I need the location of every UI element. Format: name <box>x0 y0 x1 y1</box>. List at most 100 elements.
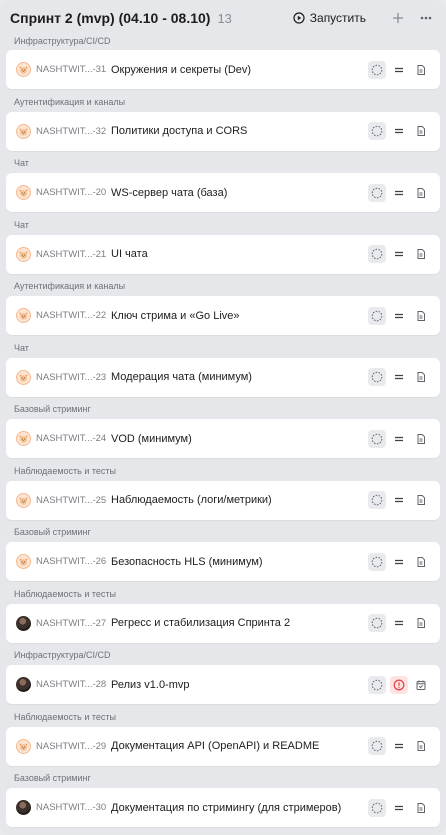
group-label: Инфраструктура/CI/CD <box>14 650 111 660</box>
calendar-check-icon[interactable] <box>412 676 430 694</box>
task-key[interactable]: NASHTWIT...-31 <box>36 64 111 75</box>
document-icon[interactable] <box>412 430 430 448</box>
status-icon[interactable] <box>368 306 386 325</box>
task-name[interactable]: Документация API (OpenAPI) и README <box>111 740 368 752</box>
cat-avatar[interactable] <box>16 492 31 508</box>
task-key[interactable]: NASHTWIT...-28 <box>36 679 111 690</box>
cat-avatar[interactable] <box>16 123 31 139</box>
task-card[interactable]: NASHTWIT...-20 WS-сервер чата (база) <box>6 173 440 212</box>
task-name[interactable]: UI чата <box>111 248 368 260</box>
task-name[interactable]: Наблюдаемость (логи/метрики) <box>111 494 368 506</box>
more-horizontal-icon[interactable] <box>416 8 436 28</box>
plus-icon[interactable] <box>388 8 408 28</box>
task-card[interactable]: NASHTWIT...-24 VOD (минимум) <box>6 419 440 458</box>
task-card[interactable]: NASHTWIT...-21 UI чата <box>6 234 440 274</box>
priority-icon[interactable] <box>390 614 408 632</box>
task-card[interactable]: NASHTWIT...-22 Ключ стрима и «Go Live» <box>6 296 440 335</box>
task-name[interactable]: WS-сервер чата (база) <box>111 187 368 199</box>
task-card[interactable]: NASHTWIT...-29 Документация API (OpenAPI)… <box>6 726 440 766</box>
task-card[interactable]: NASHTWIT...-30 Документация по стримингу … <box>6 788 440 827</box>
alert-priority-icon[interactable] <box>390 675 408 694</box>
cat-avatar[interactable] <box>16 369 31 385</box>
status-icon[interactable] <box>368 798 386 817</box>
status-icon[interactable] <box>368 183 386 202</box>
priority-icon[interactable] <box>390 799 408 817</box>
cat-avatar[interactable] <box>16 185 31 200</box>
cat-avatar[interactable] <box>16 62 31 77</box>
task-key[interactable]: NASHTWIT...-27 <box>36 618 111 629</box>
task-key[interactable]: NASHTWIT...-20 <box>36 187 111 198</box>
task-key[interactable]: NASHTWIT...-21 <box>36 249 111 260</box>
sprint-title[interactable]: Спринт 2 (mvp) (04.10 - 08.10) <box>10 10 210 26</box>
task-key[interactable]: NASHTWIT...-22 <box>36 310 111 321</box>
document-icon[interactable] <box>412 184 430 202</box>
status-icon[interactable] <box>368 368 386 386</box>
task-name[interactable]: Политики доступа и CORS <box>111 125 368 137</box>
cat-avatar[interactable] <box>16 308 31 323</box>
task-name[interactable]: Безопасность HLS (минимум) <box>111 556 368 568</box>
group-label: Наблюдаемость и тесты <box>14 465 116 476</box>
document-icon[interactable] <box>412 61 430 79</box>
status-icon[interactable] <box>368 60 386 79</box>
task-icons <box>368 675 430 694</box>
document-icon[interactable] <box>412 122 430 140</box>
status-icon[interactable] <box>368 429 386 448</box>
priority-icon[interactable] <box>390 122 408 140</box>
cat-avatar[interactable] <box>16 738 31 754</box>
status-icon[interactable] <box>368 122 386 140</box>
task-name[interactable]: Модерация чата (минимум) <box>111 371 368 383</box>
status-icon[interactable] <box>368 675 386 694</box>
task-key[interactable]: NASHTWIT...-23 <box>36 372 111 383</box>
task-card[interactable]: NASHTWIT...-31 Окружения и секреты (Dev) <box>6 50 440 89</box>
cat-avatar[interactable] <box>16 431 31 446</box>
photo-avatar[interactable] <box>16 615 31 631</box>
priority-icon[interactable] <box>390 307 408 325</box>
task-name[interactable]: Документация по стримингу (для стримеров… <box>111 802 368 814</box>
task-key[interactable]: NASHTWIT...-26 <box>36 556 111 567</box>
document-icon[interactable] <box>412 245 430 263</box>
cat-avatar[interactable] <box>16 554 31 569</box>
status-icon[interactable] <box>368 614 386 632</box>
task-name[interactable]: VOD (минимум) <box>111 433 368 445</box>
document-icon[interactable] <box>412 553 430 571</box>
photo-avatar[interactable] <box>16 677 31 692</box>
task-icons <box>368 306 430 325</box>
status-icon[interactable] <box>368 245 386 263</box>
task-name[interactable]: Релиз v1.0-mvp <box>111 679 368 691</box>
task-card[interactable]: NASHTWIT...-32 Политики доступа и CORS <box>6 111 440 151</box>
document-icon[interactable] <box>412 491 430 509</box>
priority-icon[interactable] <box>390 491 408 509</box>
task-card[interactable]: NASHTWIT...-27 Регресс и стабилизация Спр… <box>6 603 440 643</box>
task-card[interactable]: NASHTWIT...-26 Безопасность HLS (минимум) <box>6 542 440 581</box>
priority-icon[interactable] <box>390 737 408 755</box>
task-key[interactable]: NASHTWIT...-25 <box>36 495 111 506</box>
document-icon[interactable] <box>412 799 430 817</box>
priority-icon[interactable] <box>390 430 408 448</box>
run-button[interactable]: Запустить <box>293 11 366 25</box>
task-name[interactable]: Ключ стрима и «Go Live» <box>111 310 368 322</box>
task-name[interactable]: Окружения и секреты (Dev) <box>111 64 368 76</box>
task-key[interactable]: NASHTWIT...-24 <box>36 433 111 444</box>
priority-icon[interactable] <box>390 553 408 571</box>
photo-avatar[interactable] <box>16 800 31 815</box>
document-icon[interactable] <box>412 614 430 632</box>
task-key[interactable]: NASHTWIT...-32 <box>36 126 111 137</box>
status-icon[interactable] <box>368 491 386 509</box>
priority-icon[interactable] <box>390 61 408 79</box>
group-label: Базовый стриминг <box>14 527 91 537</box>
priority-icon[interactable] <box>390 368 408 386</box>
task-card[interactable]: NASHTWIT...-25 Наблюдаемость (логи/метрик… <box>6 480 440 520</box>
task-key[interactable]: NASHTWIT...-30 <box>36 802 111 813</box>
task-card[interactable]: NASHTWIT...-23 Модерация чата (минимум) <box>6 357 440 397</box>
priority-icon[interactable] <box>390 184 408 202</box>
task-card[interactable]: NASHTWIT...-28 Релиз v1.0-mvp <box>6 665 440 704</box>
priority-icon[interactable] <box>390 245 408 263</box>
task-name[interactable]: Регресс и стабилизация Спринта 2 <box>111 617 368 629</box>
status-icon[interactable] <box>368 552 386 571</box>
task-key[interactable]: NASHTWIT...-29 <box>36 741 111 752</box>
document-icon[interactable] <box>412 737 430 755</box>
status-icon[interactable] <box>368 737 386 755</box>
cat-avatar[interactable] <box>16 246 31 262</box>
document-icon[interactable] <box>412 368 430 386</box>
document-icon[interactable] <box>412 307 430 325</box>
